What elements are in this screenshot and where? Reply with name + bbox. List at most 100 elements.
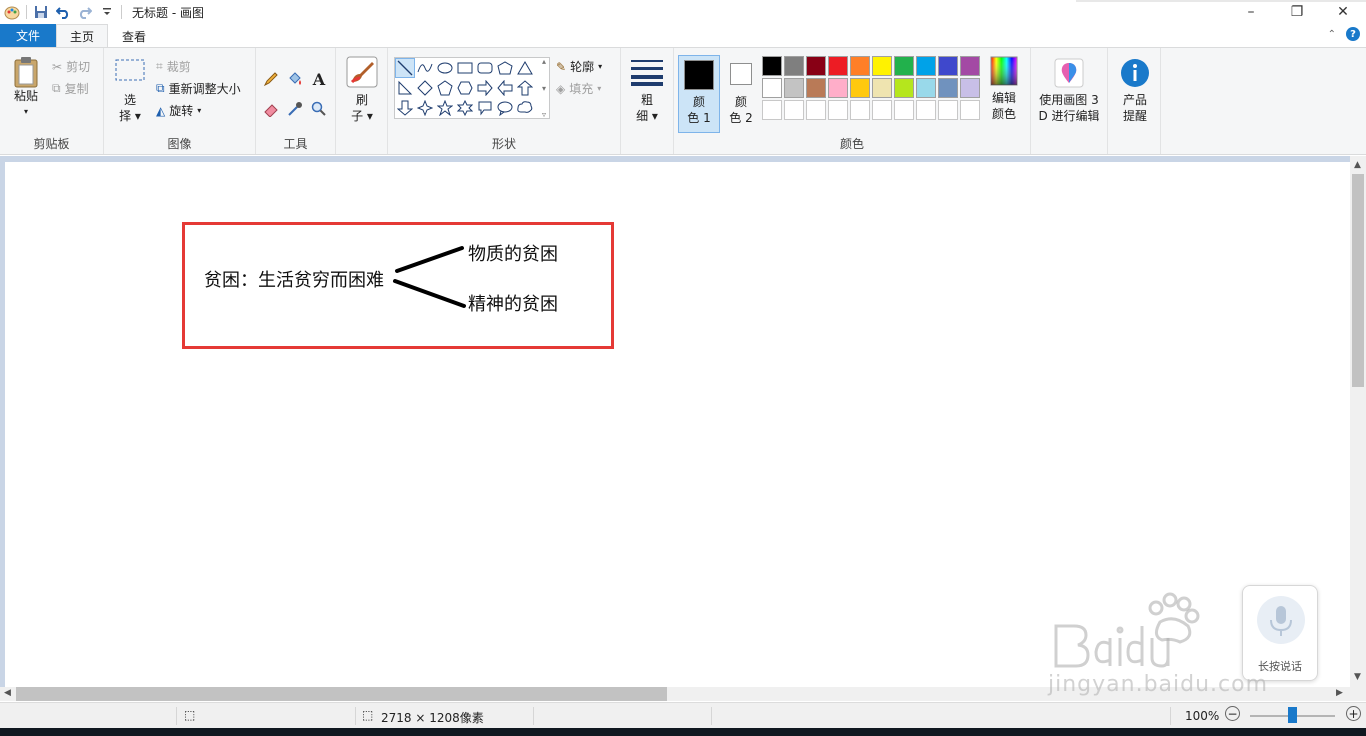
diamond-shape-icon[interactable]	[415, 78, 435, 98]
palette-swatch[interactable]	[872, 100, 892, 120]
up-arrow-shape-icon[interactable]	[515, 78, 535, 98]
edit-with-paint3d-button[interactable]: 使用画图 3 D 进行编辑	[1033, 58, 1105, 124]
undo-icon[interactable]	[55, 4, 71, 20]
scroll-right-arrow-icon[interactable]: ▶	[1336, 688, 1343, 698]
minimize-button[interactable]: –	[1228, 0, 1274, 24]
rectangle-shape-icon[interactable]	[455, 58, 475, 78]
text-tool-icon[interactable]: A	[310, 70, 328, 89]
outline-button[interactable]: ✎ 轮廓 ▾	[556, 58, 602, 75]
palette-swatch[interactable]	[806, 100, 826, 120]
rotate-button[interactable]: ◭ 旋转 ▾	[156, 102, 201, 119]
palette-swatch[interactable]	[894, 78, 914, 98]
palette-swatch[interactable]	[916, 100, 936, 120]
select-button[interactable]: 选 择 ▾	[112, 58, 148, 124]
tab-file[interactable]: 文件	[0, 24, 56, 47]
eraser-icon[interactable]	[262, 100, 280, 118]
rounded-rectangle-shape-icon[interactable]	[475, 58, 495, 78]
oval-shape-icon[interactable]	[435, 58, 455, 78]
close-button[interactable]: ✕	[1320, 0, 1366, 24]
scroll-down-icon[interactable]: ▾	[542, 84, 546, 93]
palette-swatch[interactable]	[784, 78, 804, 98]
brushes-button[interactable]: 刷 子 ▾	[344, 56, 380, 124]
five-point-star-shape-icon[interactable]	[435, 98, 455, 118]
vertical-scroll-thumb[interactable]	[1352, 174, 1364, 387]
fill-button[interactable]: ◈ 填充 ▾	[556, 80, 601, 97]
scroll-up-icon[interactable]: ▴	[542, 57, 546, 66]
palette-swatch[interactable]	[828, 100, 848, 120]
palette-swatch[interactable]	[894, 56, 914, 76]
palette-swatch[interactable]	[960, 56, 980, 76]
palette-swatch[interactable]	[828, 56, 848, 76]
palette-swatch[interactable]	[850, 100, 870, 120]
pentagon-shape-icon[interactable]	[435, 78, 455, 98]
color2-swatch[interactable]	[730, 63, 752, 85]
horizontal-scroll-thumb[interactable]	[16, 687, 667, 701]
palette-swatch[interactable]	[960, 78, 980, 98]
palette-swatch[interactable]	[784, 100, 804, 120]
scroll-left-arrow-icon[interactable]: ◀	[4, 688, 11, 698]
tab-home[interactable]: 主页	[56, 24, 108, 48]
left-arrow-shape-icon[interactable]	[495, 78, 515, 98]
cloud-callout-shape-icon[interactable]	[515, 98, 535, 118]
pencil-icon[interactable]	[262, 70, 280, 88]
palette-swatch[interactable]	[762, 56, 782, 76]
palette-swatch[interactable]	[850, 78, 870, 98]
palette-swatch[interactable]	[828, 78, 848, 98]
color2-label[interactable]: 颜 色 2	[724, 94, 758, 126]
redo-icon[interactable]	[77, 4, 93, 20]
palette-swatch[interactable]	[894, 100, 914, 120]
paste-button[interactable]: 粘贴 ▾	[8, 56, 44, 120]
zoom-out-button[interactable]: −	[1225, 706, 1240, 721]
palette-swatch[interactable]	[872, 56, 892, 76]
palette-swatch[interactable]	[938, 100, 958, 120]
palette-swatch[interactable]	[938, 56, 958, 76]
hexagon-shape-icon[interactable]	[455, 78, 475, 98]
right-arrow-shape-icon[interactable]	[475, 78, 495, 98]
palette-swatch[interactable]	[784, 56, 804, 76]
expand-gallery-icon[interactable]: ▿	[542, 110, 546, 119]
crop-button[interactable]: ⌗ 裁剪	[156, 58, 191, 75]
copy-button[interactable]: ⧉ 复制	[52, 80, 89, 97]
four-point-star-shape-icon[interactable]	[415, 98, 435, 118]
fill-bucket-icon[interactable]	[286, 70, 304, 88]
edit-colors-button[interactable]: 编辑 颜色	[984, 56, 1024, 122]
resize-button[interactable]: ⧉ 重新调整大小	[156, 80, 241, 97]
vertical-scrollbar[interactable]: ▲ ▼	[1350, 156, 1366, 687]
voice-input-button[interactable]: 长按说话	[1242, 585, 1318, 681]
customize-qat-icon[interactable]	[99, 4, 115, 20]
collapse-ribbon-icon[interactable]: ⌃	[1328, 29, 1336, 40]
magnifier-icon[interactable]	[310, 100, 328, 118]
palette-swatch[interactable]	[916, 56, 936, 76]
save-icon[interactable]	[33, 4, 49, 20]
palette-swatch[interactable]	[762, 100, 782, 120]
color-picker-icon[interactable]	[286, 100, 304, 118]
palette-swatch[interactable]	[960, 100, 980, 120]
right-triangle-shape-icon[interactable]	[395, 78, 415, 98]
scroll-down-arrow-icon[interactable]: ▼	[1354, 672, 1361, 682]
oval-callout-shape-icon[interactable]	[495, 98, 515, 118]
help-icon[interactable]: ?	[1346, 27, 1360, 41]
zoom-slider-thumb[interactable]	[1288, 707, 1297, 723]
palette-swatch[interactable]	[762, 78, 782, 98]
line-shape-icon[interactable]	[395, 58, 415, 78]
curve-shape-icon[interactable]	[415, 58, 435, 78]
triangle-shape-icon[interactable]	[515, 58, 535, 78]
palette-swatch[interactable]	[938, 78, 958, 98]
product-alert-button[interactable]: 产品 提醒	[1116, 58, 1154, 124]
polygon-shape-icon[interactable]	[495, 58, 515, 78]
tab-view[interactable]: 查看	[108, 24, 160, 48]
cut-button[interactable]: ✂ 剪切	[52, 58, 90, 75]
size-button[interactable]: 粗 细 ▾	[629, 58, 665, 124]
down-arrow-shape-icon[interactable]	[395, 98, 415, 118]
restore-button[interactable]: ❐	[1274, 0, 1320, 24]
palette-swatch[interactable]	[872, 78, 892, 98]
palette-swatch[interactable]	[916, 78, 936, 98]
palette-swatch[interactable]	[806, 78, 826, 98]
rounded-callout-shape-icon[interactable]	[475, 98, 495, 118]
six-point-star-shape-icon[interactable]	[455, 98, 475, 118]
palette-swatch[interactable]	[806, 56, 826, 76]
paint-app-icon[interactable]	[4, 4, 20, 20]
palette-swatch[interactable]	[850, 56, 870, 76]
zoom-in-button[interactable]: +	[1346, 706, 1361, 721]
scroll-up-arrow-icon[interactable]: ▲	[1354, 160, 1361, 170]
